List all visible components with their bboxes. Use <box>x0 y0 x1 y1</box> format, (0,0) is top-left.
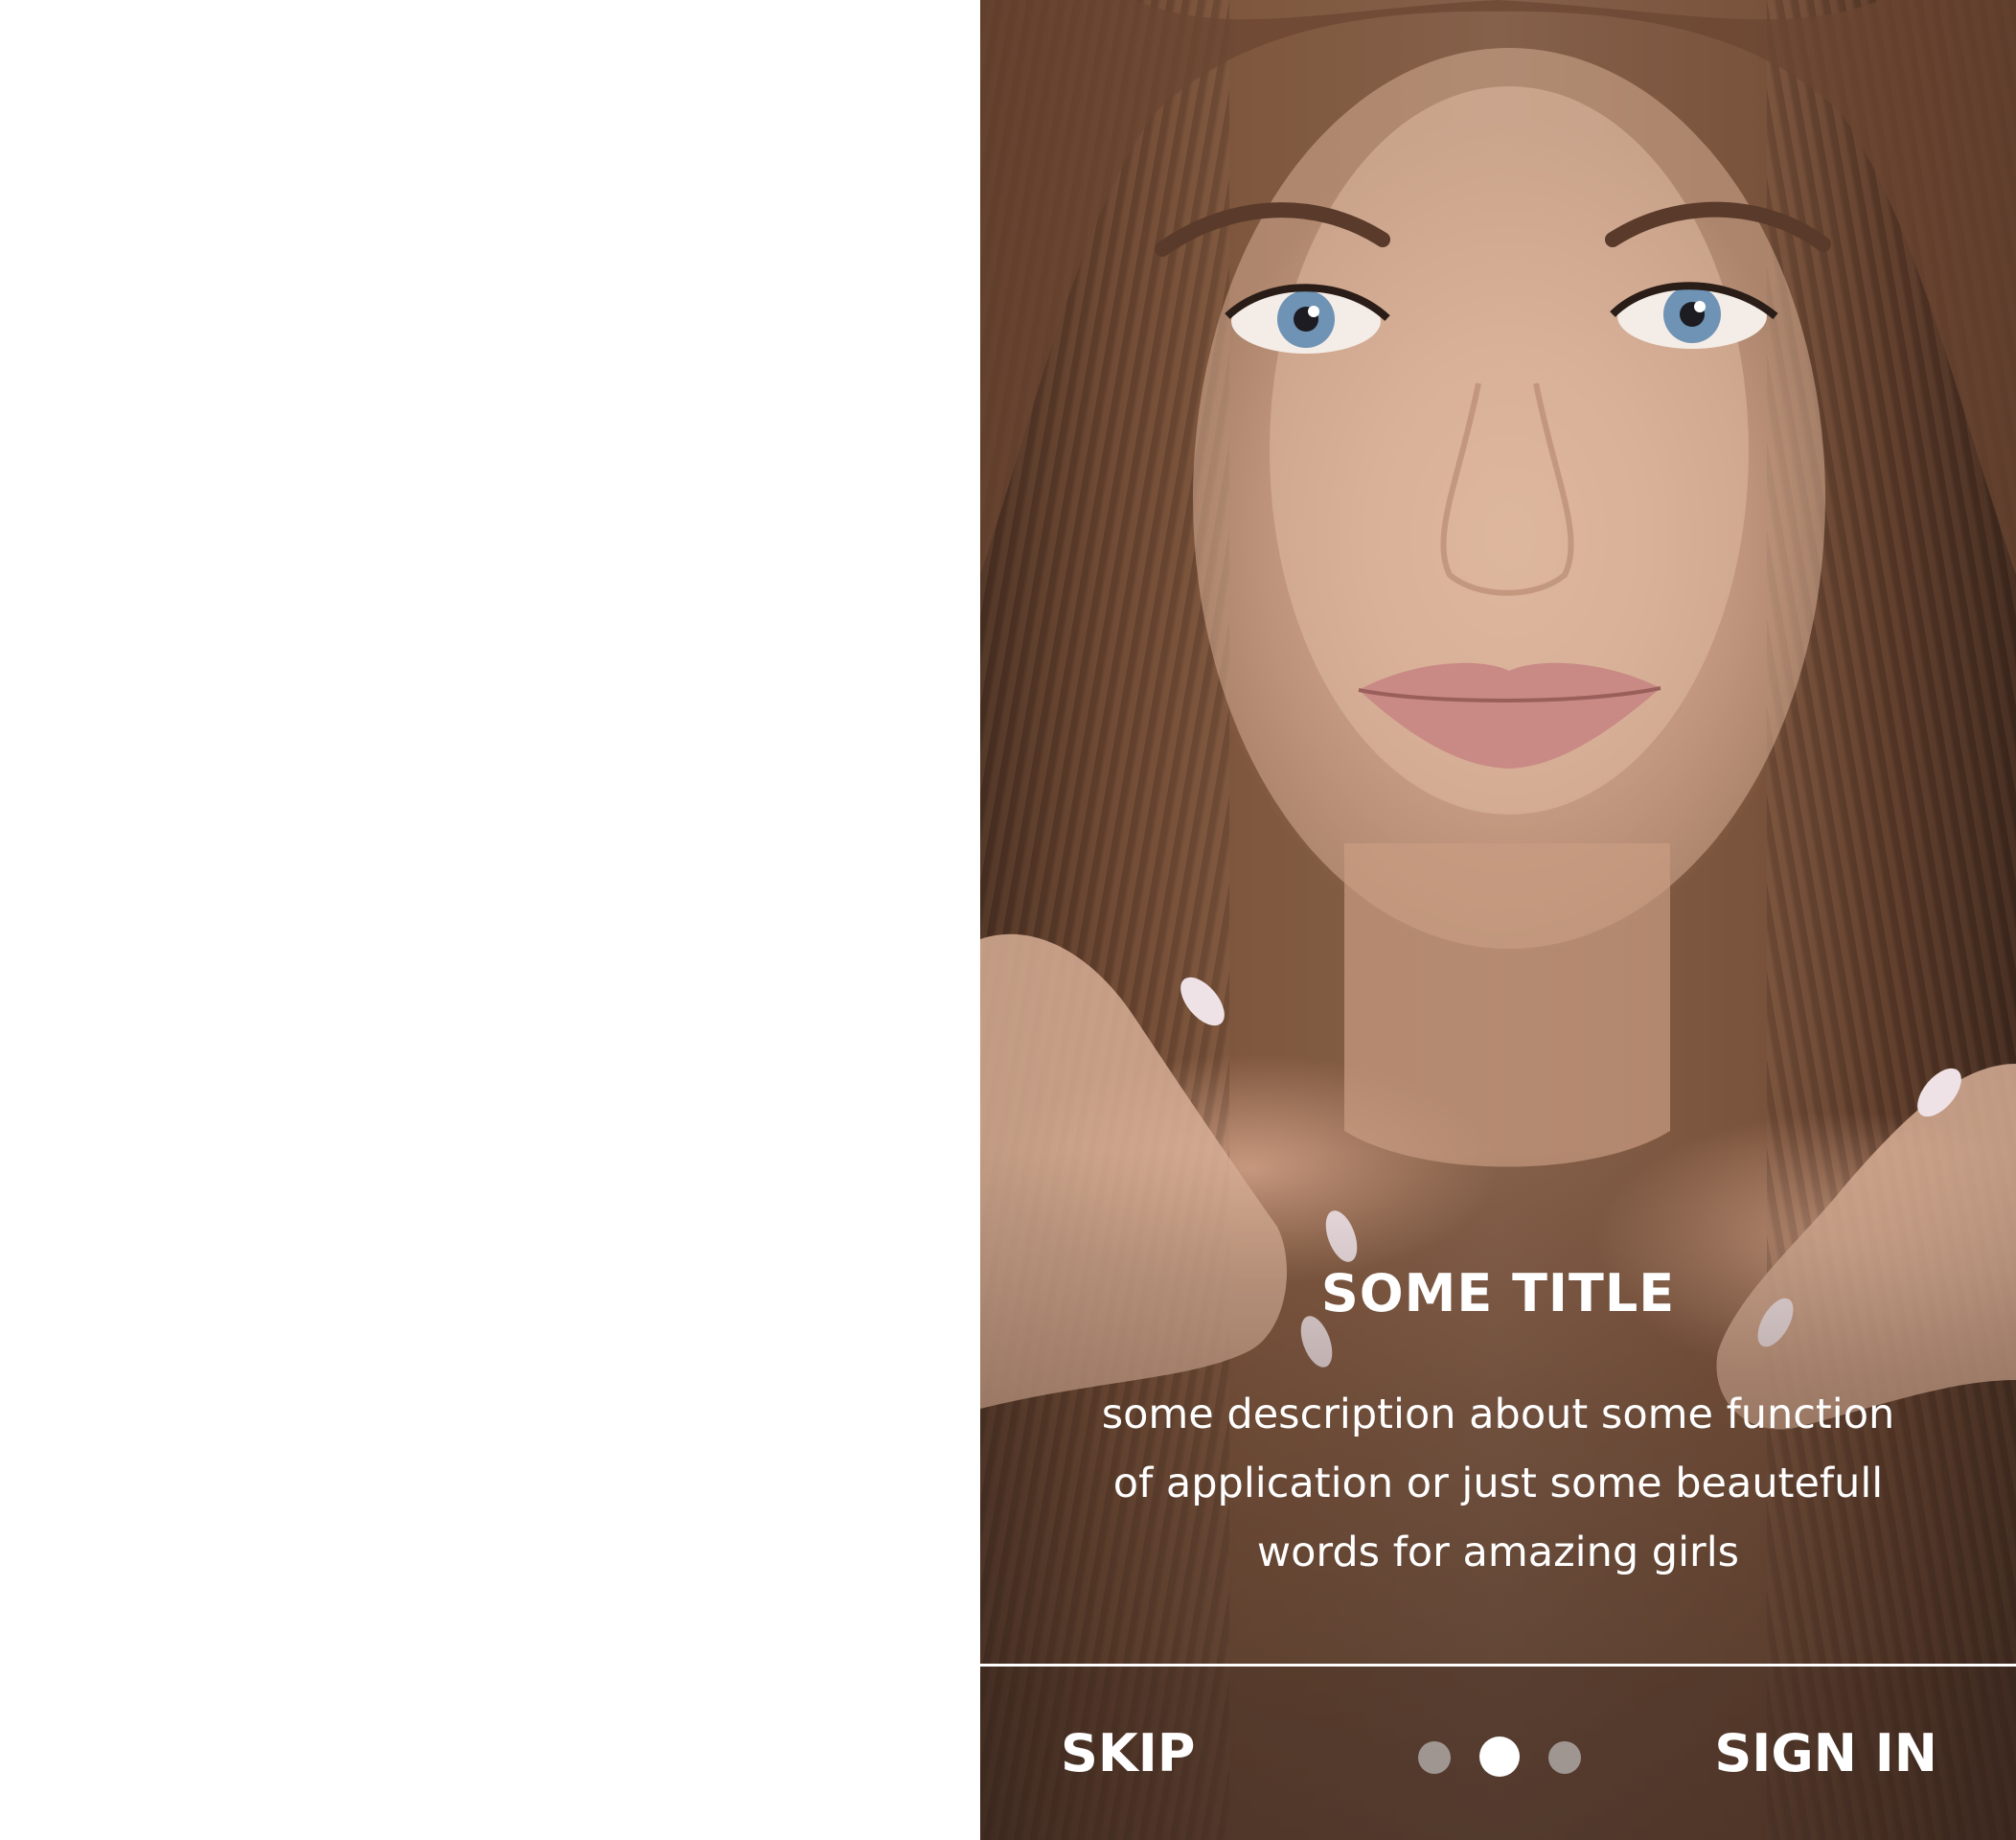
canvas: SOME TITLE some description about some f… <box>0 0 2016 1840</box>
page-dot-3[interactable] <box>1548 1741 1581 1774</box>
blank-area <box>0 0 980 1840</box>
page-dot-2-active[interactable] <box>1479 1736 1520 1777</box>
page-dot-1[interactable] <box>1418 1741 1451 1774</box>
page-indicator <box>1418 1733 1581 1777</box>
skip-button[interactable]: SKIP <box>1061 1720 1195 1787</box>
onboarding-title: SOME TITLE <box>1320 1263 1676 1323</box>
sign-in-button[interactable]: SIGN IN <box>1714 1720 1937 1787</box>
onboarding-screen: SOME TITLE some description about some f… <box>980 0 2016 1840</box>
onboarding-description: some description about some function of … <box>1101 1391 1895 1576</box>
